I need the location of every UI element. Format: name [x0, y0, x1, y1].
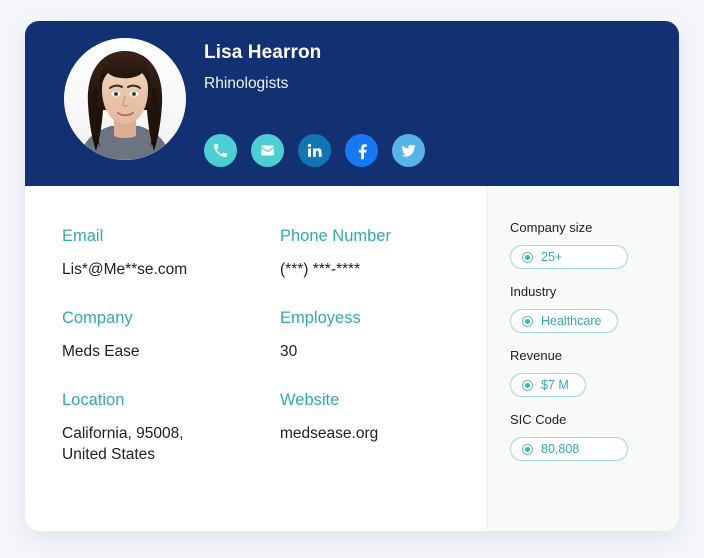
card-body: Email Lis*@Me**se.com Phone Number (***)…: [25, 186, 679, 531]
fact-label-revenue: Revenue: [510, 348, 563, 363]
detail-label-company: Company: [62, 309, 133, 327]
twitter-icon: [400, 142, 417, 159]
detail-value-website[interactable]: medsease.org: [280, 423, 498, 444]
detail-website: Website medsease.org: [280, 390, 498, 465]
radio-dot-icon: [522, 315, 533, 327]
facebook-link[interactable]: [345, 134, 378, 167]
fact-pill-sic-code[interactable]: 80,808: [510, 437, 628, 461]
detail-row: Email Lis*@Me**se.com Phone Number (***)…: [62, 226, 487, 280]
detail-row: Location California, 95008, United State…: [62, 390, 487, 465]
detail-label-location: Location: [62, 391, 125, 409]
detail-label-email: Email: [62, 227, 104, 245]
detail-company: Company Meds Ease: [62, 308, 280, 362]
detail-label-phone-number: Phone Number: [280, 227, 391, 245]
envelope-icon: [259, 142, 276, 159]
card-header: Lisa Hearron Rhinologists: [25, 21, 679, 186]
fact-value-revenue: $7 M: [541, 378, 569, 392]
linkedin-link[interactable]: [298, 134, 331, 167]
detail-location: Location California, 95008, United State…: [62, 390, 280, 465]
fact-value-sic-code: 80,808: [541, 442, 580, 456]
detail-value-location: California, 95008, United States: [62, 425, 184, 463]
detail-value-employees: 30: [280, 343, 298, 360]
detail-label-website: Website: [280, 391, 340, 409]
phone-icon: [212, 142, 229, 159]
radio-dot-icon: [522, 443, 533, 455]
fact-pill-revenue[interactable]: $7 M: [510, 373, 586, 397]
fact-pill-industry[interactable]: Healthcare: [510, 309, 619, 333]
contact-profile-card: Lisa Hearron Rhinologists Email Lis*@Me*…: [25, 21, 679, 531]
header-text: Lisa Hearron Rhinologists: [204, 42, 321, 94]
detail-email: Email Lis*@Me**se.com: [62, 226, 280, 280]
detail-label-employees: Employess: [280, 309, 361, 327]
avatar: [64, 38, 186, 160]
fact-company-size: Company size 25+: [510, 219, 679, 269]
email-link[interactable]: [251, 134, 284, 167]
fact-industry: Industry Healthcare: [510, 283, 679, 333]
social-links: [204, 134, 425, 167]
fact-value-company-size: 25+: [541, 250, 563, 264]
fact-label-sic-code: SIC Code: [510, 412, 567, 427]
person-role: Rhinologists: [204, 75, 289, 92]
fact-sic-code: SIC Code 80,808: [510, 411, 679, 461]
fact-label-company-size: Company size: [510, 220, 593, 235]
fact-revenue: Revenue $7 M: [510, 347, 679, 397]
fact-label-industry: Industry: [510, 284, 557, 299]
person-name: Lisa Hearron: [204, 42, 322, 63]
detail-employees: Employess 30: [280, 308, 498, 362]
company-facts-panel: Company size 25+ Industry Healthcare Rev…: [487, 186, 679, 531]
facebook-icon: [353, 142, 371, 160]
radio-dot-icon: [522, 251, 533, 263]
detail-phone-number: Phone Number (***) ***-****: [280, 226, 498, 280]
twitter-link[interactable]: [392, 134, 425, 167]
fact-pill-company-size[interactable]: 25+: [510, 245, 628, 269]
detail-value-phone-number: (***) ***-****: [280, 261, 361, 278]
detail-value-company: Meds Ease: [62, 343, 140, 360]
phone-link[interactable]: [204, 134, 237, 167]
radio-dot-icon: [522, 379, 533, 391]
detail-row: Company Meds Ease Employess 30: [62, 308, 487, 362]
fact-value-industry: Healthcare: [541, 314, 602, 328]
avatar-photo: [64, 38, 186, 160]
details-section: Email Lis*@Me**se.com Phone Number (***)…: [25, 186, 487, 531]
linkedin-icon: [306, 142, 323, 159]
detail-value-email: Lis*@Me**se.com: [62, 261, 188, 278]
